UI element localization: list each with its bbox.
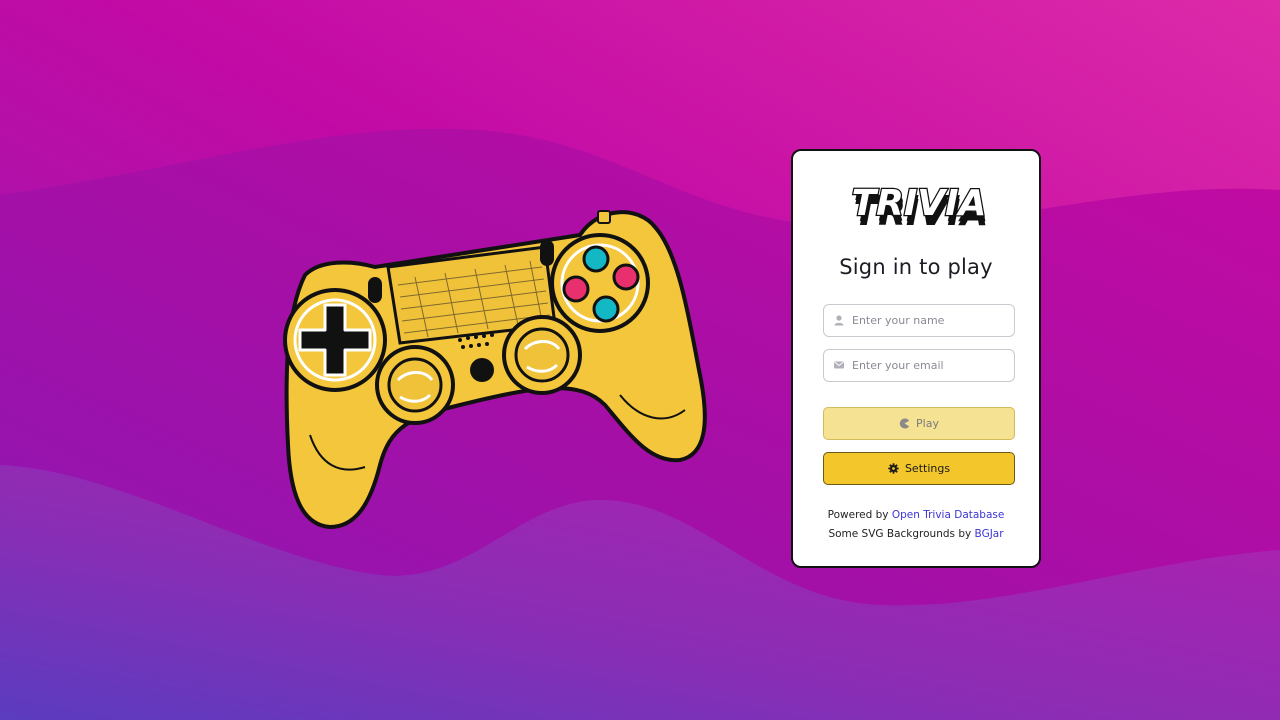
settings-label: Settings [904,462,951,475]
email-field[interactable] [823,349,1015,382]
email-input[interactable] [852,350,1008,381]
name-input[interactable] [852,305,1008,336]
backgrounds-text: Some SVG Backgrounds by [828,528,972,540]
pacman-icon [899,418,910,429]
page-title: Sign in to play [839,255,993,279]
bgjar-link[interactable]: BGJar [975,528,1004,540]
signin-card: TRIVIA TRIVIA TRIVIA Sign in to play Pla… [791,149,1041,568]
svg-text:TRIVIA: TRIVIA [852,183,987,224]
powered-by-text: Powered by [827,509,889,521]
settings-button[interactable]: Settings [823,452,1015,485]
play-button[interactable]: Play [823,407,1015,440]
trivia-logo: TRIVIA TRIVIA TRIVIA [850,182,988,233]
name-field[interactable] [823,304,1015,337]
gear-icon [888,463,899,474]
user-icon [834,315,844,326]
open-trivia-link[interactable]: Open Trivia Database [892,509,1005,521]
envelope-icon [834,361,844,369]
powered-by-credit: Powered by Open Trivia Database [793,509,1039,521]
gamepad-illustration [283,210,707,530]
play-label: Play [916,417,939,430]
backgrounds-credit: Some SVG Backgrounds by BGJar [793,528,1039,540]
